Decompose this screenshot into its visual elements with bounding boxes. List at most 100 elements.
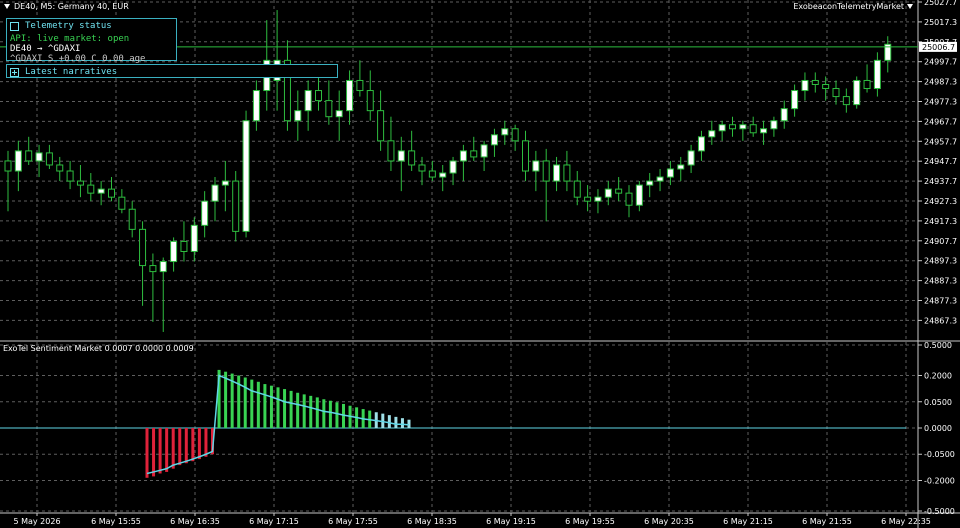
bull-candle: [553, 164, 561, 182]
pos-hist-bar: [296, 392, 300, 428]
expand-plus-icon[interactable]: [10, 67, 19, 77]
price-tick-label: 25027.7: [924, 0, 957, 7]
bull-candle: [697, 136, 705, 152]
bear-candle: [325, 100, 333, 118]
bull-candle: [739, 124, 747, 130]
pos-hist-bar: [309, 395, 313, 428]
pos-hist-bar: [269, 385, 273, 428]
bull-candle: [170, 240, 178, 263]
dropdown-triangle-icon[interactable]: [4, 4, 10, 9]
price-tick-label: 24917.3: [924, 217, 957, 226]
latest-narratives-panel[interactable]: Latest narratives: [6, 64, 338, 78]
pos-hist-bar: [400, 418, 404, 428]
price-tick-label: 24927.3: [924, 197, 957, 206]
price-tick-label: 25017.3: [924, 18, 957, 27]
bear-candle: [729, 124, 736, 130]
pos-hist-bar: [276, 387, 280, 428]
status-title: Telemetry status: [25, 21, 112, 31]
neg-hist-bar: [165, 428, 169, 472]
bull-candle: [708, 130, 716, 138]
bull-candle: [532, 160, 540, 172]
time-tick-label: 6 May 17:55: [328, 517, 378, 526]
ind-tick-label: 0.0000: [924, 424, 952, 433]
bear-candle: [25, 150, 33, 162]
bear-candle: [118, 196, 126, 210]
price-axis: 25027.725017.325007.724997.724987.324977…: [918, 0, 957, 325]
indicator-histogram: [0, 369, 906, 478]
bull-candle: [439, 172, 447, 178]
bull-candle: [760, 128, 768, 134]
checkbox-icon[interactable]: [10, 21, 19, 31]
current-price-label: 25006.7: [922, 43, 955, 52]
bull-candle: [159, 261, 167, 273]
time-axis: 5 May 2026 6 May 15:55 6 May 16:35 6 May 17…: [13, 513, 931, 526]
time-tick-label: 6 May 15:55: [91, 517, 141, 526]
bear-candle: [470, 150, 478, 158]
pos-hist-bar: [387, 415, 391, 428]
bull-candle: [501, 128, 509, 136]
time-tick-label: 6 May 19:55: [565, 517, 615, 526]
price-tick-label: 24967.7: [924, 117, 957, 126]
bull-candle: [480, 144, 488, 158]
bear-candle: [76, 180, 84, 186]
bull-candle: [646, 180, 654, 186]
neg-hist-bar: [178, 428, 182, 466]
ind-tick-label: 0.2000: [924, 372, 952, 381]
bull-candle: [242, 120, 250, 232]
bull-candle: [14, 150, 22, 172]
time-tick-label: 5 May 2026: [13, 517, 60, 526]
bull-candle: [252, 90, 260, 122]
pos-hist-bar: [328, 400, 332, 428]
bull-candle: [677, 164, 685, 170]
pos-hist-bar: [289, 390, 293, 428]
indicator-triangle-icon[interactable]: [907, 4, 913, 9]
ind-tick-label: -0.2000: [924, 476, 955, 485]
pos-hist-bar: [407, 419, 411, 428]
bear-candle: [108, 188, 115, 198]
bull-candle: [335, 110, 343, 118]
bull-candle: [201, 200, 209, 226]
neg-hist-bar: [145, 428, 149, 478]
bear-candle: [377, 110, 385, 142]
bull-candle: [801, 79, 809, 92]
bull-candle: [656, 176, 664, 182]
bear-candle: [625, 192, 633, 206]
bear-candle: [428, 170, 436, 178]
bull-candle: [718, 124, 726, 132]
symbol-map-line: DE40 → ^GDAXI: [10, 44, 81, 54]
ind-tick-label: 0.5000: [924, 341, 952, 350]
telemetry-status-panel: Telemetry status API: live market: open …: [6, 18, 177, 74]
price-tick-label: 24977.3: [924, 98, 957, 107]
chart-canvas: 25027.725017.325007.724997.724987.324977…: [0, 0, 960, 528]
price-tick-label: 24907.7: [924, 237, 957, 246]
price-tick-label: 24997.7: [924, 58, 957, 67]
symbol-info-text: DE40, M5: Germany 40, EUR: [14, 2, 129, 11]
neg-hist-bar: [171, 428, 175, 469]
bear-candle: [139, 228, 147, 267]
time-tick-label: 6 May 16:35: [170, 517, 220, 526]
neg-hist-bar: [152, 428, 156, 477]
price-tick-label: 24957.7: [924, 137, 957, 146]
indicator-label: ExoTel Sentiment Market 0.0007 0.0000 0.…: [3, 344, 194, 353]
time-tick-label: 6 May 17:15: [249, 517, 299, 526]
bear-candle: [542, 160, 550, 182]
bear-candle: [387, 140, 395, 162]
pos-hist-bar: [256, 381, 260, 428]
bull-candle: [449, 160, 457, 174]
bull-candle: [770, 120, 778, 130]
bear-candle: [315, 90, 322, 102]
price-tick-label: 24877.3: [924, 297, 957, 306]
bear-candle: [180, 240, 188, 252]
bear-candle: [863, 79, 871, 90]
bull-candle: [190, 224, 198, 252]
bull-candle: [666, 168, 674, 178]
bear-candle: [573, 180, 581, 198]
api-status-line: API: live market: open: [10, 34, 130, 44]
time-tick-label: 6 May 22:35: [881, 517, 931, 526]
bull-candle: [304, 90, 312, 112]
bull-candle: [873, 59, 881, 90]
bull-candle: [490, 134, 498, 146]
bear-candle: [408, 150, 416, 166]
pos-hist-bar: [322, 399, 326, 428]
price-tick-label: 24897.3: [924, 257, 957, 266]
